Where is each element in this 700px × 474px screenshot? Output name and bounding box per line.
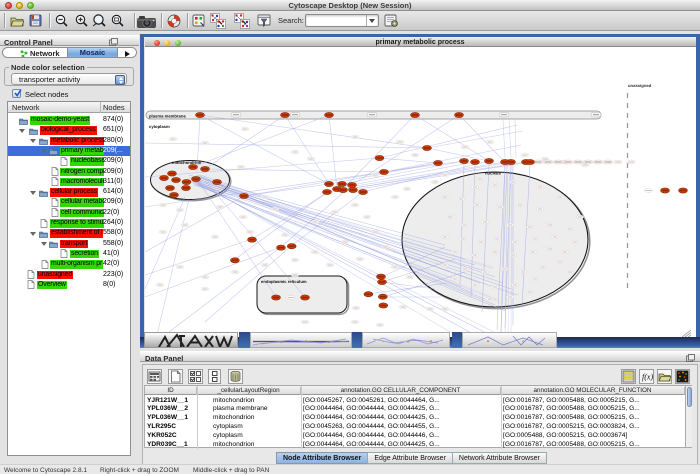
svg-text:unassigned: unassigned	[628, 83, 652, 88]
svg-text:f(x): f(x)	[642, 373, 653, 382]
svg-text:endoplasmic reticulum: endoplasmic reticulum	[261, 279, 307, 284]
svg-text:plasma membrane: plasma membrane	[149, 114, 186, 119]
svg-text:cytoplasm: cytoplasm	[149, 124, 170, 129]
svg-text:nucleus: nucleus	[485, 171, 501, 176]
